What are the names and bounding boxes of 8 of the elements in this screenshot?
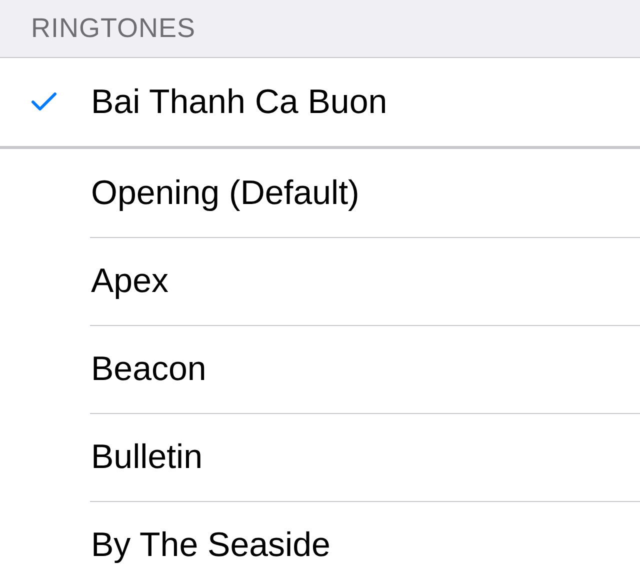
ringtone-item[interactable]: Beacon [0, 325, 640, 413]
ringtone-item[interactable]: By The Seaside [0, 501, 640, 588]
section-title: RINGTONES [31, 13, 196, 44]
checkmark-icon [31, 92, 57, 112]
ringtone-item[interactable]: Opening (Default) [0, 149, 640, 237]
ringtone-item[interactable]: Apex [0, 237, 640, 325]
ringtone-item[interactable]: Bai Thanh Ca Buon [0, 58, 640, 146]
ringtone-item[interactable]: Bulletin [0, 413, 640, 501]
